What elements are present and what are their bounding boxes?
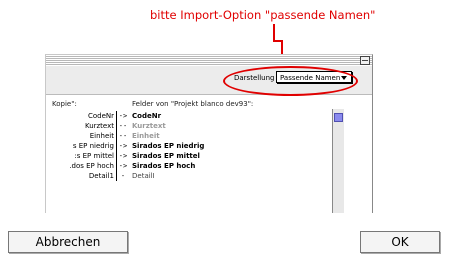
scroll-thumb[interactable]: [334, 113, 343, 122]
source-field: .dos EP hoch: [69, 162, 114, 170]
target-field: Kurztext: [132, 122, 166, 130]
target-field: DetailI: [132, 172, 155, 180]
target-field: Sirados EP niedrig: [132, 142, 205, 150]
mapping-row[interactable]: s EP niedrig -> Sirados EP niedrig: [46, 141, 346, 151]
mapping-row[interactable]: CodeNr -> CodeNr: [46, 111, 346, 121]
vertical-scrollbar[interactable]: [332, 109, 344, 213]
field-mapping-list: CodeNr -> CodeNr Kurztext -- Kurztext Ei…: [46, 109, 372, 213]
source-field: Kurztext: [84, 122, 114, 130]
mapping-arrow-icon[interactable]: ->: [116, 151, 129, 161]
source-column-header: Kopie":: [52, 100, 77, 108]
cancel-button[interactable]: Abbrechen: [8, 231, 128, 253]
source-field: :s EP mittel: [74, 152, 114, 160]
target-field: Einheit: [132, 132, 160, 140]
ok-button[interactable]: OK: [360, 231, 440, 253]
source-field: Detail1: [88, 172, 114, 180]
target-column-header: Felder von "Projekt blanco dev93":: [132, 100, 254, 108]
source-field: CodeNr: [87, 112, 114, 120]
mapping-row[interactable]: Detail1 - DetailI: [46, 171, 346, 181]
target-field: Sirados EP mittel: [132, 152, 200, 160]
mapping-arrow-icon[interactable]: -: [116, 171, 129, 181]
window-titlebar[interactable]: [46, 55, 372, 66]
highlight-ellipse: [223, 66, 358, 96]
mapping-row[interactable]: :s EP mittel -> Sirados EP mittel: [46, 151, 346, 161]
mapping-arrow-icon[interactable]: --: [116, 131, 129, 141]
mapping-arrow-icon[interactable]: ->: [116, 111, 129, 121]
annotation-text: bitte Import-Option "passende Namen": [150, 8, 376, 22]
mapping-arrow-icon[interactable]: --: [116, 121, 129, 131]
mapping-row[interactable]: .dos EP hoch -> Sirados EP hoch: [46, 161, 346, 171]
source-field: s EP niedrig: [72, 142, 114, 150]
import-dialog-window: Darstellung Passende Namen Kopie": Felde…: [45, 54, 373, 213]
collapse-box-icon[interactable]: [360, 56, 370, 65]
mapping-row[interactable]: Einheit -- Einheit: [46, 131, 346, 141]
mapping-row[interactable]: Kurztext -- Kurztext: [46, 121, 346, 131]
mapping-arrow-icon[interactable]: ->: [116, 141, 129, 151]
source-field: Einheit: [89, 132, 114, 140]
target-field: CodeNr: [132, 112, 162, 120]
target-field: Sirados EP hoch: [132, 162, 196, 170]
mapping-arrow-icon[interactable]: ->: [116, 161, 129, 171]
